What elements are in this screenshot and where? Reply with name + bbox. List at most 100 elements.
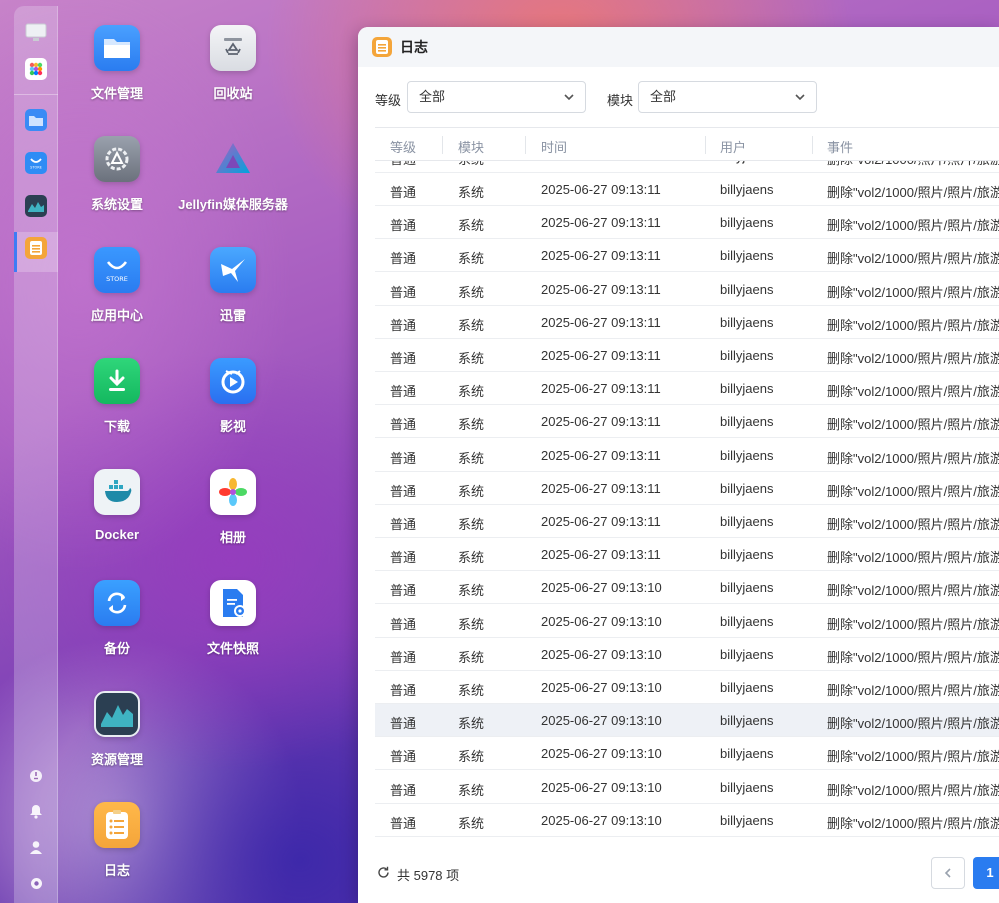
table-row[interactable]: 普通 系统 2025-06-27 09:13:11 billyjaens 删除"vol2… [375,372,999,406]
power-icon[interactable] [28,768,44,784]
table-row[interactable]: 普通 系统 2025-06-27 09:13:11 billyjaens 删除"vol2… [375,273,999,306]
table-row[interactable]: 普通 系统 2025-06-27 09:13:10 billyjaens 删除"vol2… [375,638,999,671]
cell-event: 删除"vol2/1000/照片/照片/旅游 [827,550,999,566]
cell-time: 2025-06-27 09:13:11 [541,182,661,197]
desktop-icon-label: 资源管理 [90,752,143,767]
cell-module: 系统 [458,517,485,532]
cell-event: 删除"vol2/1000/照片/照片/旅游 [827,782,999,798]
cell-module: 系统 [458,417,485,433]
level-select[interactable]: 全部 [407,81,586,113]
cell-time: 2025-06-27 09:13:10 [541,779,662,795]
store-icon[interactable]: STORE [25,152,47,174]
cell-level: 普通 [390,351,417,366]
column-header-event[interactable]: 事件 [827,137,853,156]
table-row[interactable]: 普通 系统 2025-06-27 09:13:11 billyjaens 删除"vol2… [375,239,999,273]
desktop-icon-video[interactable]: 影视 [175,358,291,435]
cell-user: billyjaens [720,248,774,264]
cell-level: 普通 [390,251,417,267]
cell-module: 系统 [458,550,485,566]
module-select[interactable]: 全部 [638,81,817,113]
cell-event: 删除"vol2/1000/照片/照片/旅游 [827,517,999,532]
cell-level: 普通 [390,815,417,831]
cell-user: billyjaens [720,314,774,330]
table-row[interactable]: 普通 系统 2025-06-27 09:13:10 billyjaens 删除"vol2… [375,737,999,771]
activity-icon [94,691,140,737]
desktop-icon-log[interactable]: 日志 [59,802,175,879]
table-row[interactable]: 普通 系统 2025-06-27 09:13:11 billyjaens 删除"vol2… [375,405,999,439]
dock: STORE [14,6,58,903]
user-icon[interactable] [28,839,44,855]
monitor-icon[interactable] [25,22,47,44]
table-row[interactable]: 普通 系统 2025-06-27 09:13:10 billyjaens 删除"vol2… [375,704,999,738]
desktop-icon-app-center[interactable]: STORE 应用中心 [59,247,175,324]
cell-time: 2025-06-27 09:13:11 [541,514,661,529]
previous-page-button[interactable] [931,857,965,889]
desktop-icon-recycle-bin[interactable]: 回收站 [175,25,291,102]
jellyfin-icon [210,136,256,182]
table-row[interactable]: 普通 系统 2025-06-27 09:13:11 billyjaens 删除"vol2… [375,339,999,372]
cell-module: 系统 [458,251,485,267]
cell-user: billyjaens [720,480,774,496]
table-row[interactable]: 普通 系统 2025-06-27 09:13:11 billyjaens 删除"vol2… [375,206,999,240]
cell-time: 2025-06-27 09:13:11 [541,248,661,264]
refresh-icon[interactable] [377,866,390,879]
bell-icon[interactable] [28,803,44,819]
table-row[interactable]: 普通 系统 2025-06-27 09:13:10 billyjaens 删除"vol2… [375,605,999,638]
cell-time: 2025-06-27 09:13:10 [541,580,662,596]
cell-time: 2025-06-27 09:13:11 [541,447,661,463]
window-title: 日志 [400,39,428,55]
desktop-icon-jellyfin[interactable]: Jellyfin媒体服务器 [175,136,291,213]
table-row[interactable]: 普通 系统 2025-06-27 09:13:11 billyjaens 删除"vol2… [375,439,999,472]
table-row[interactable]: 普通 系统 2025-06-27 09:13:10 billyjaens 删除"vol2… [375,771,999,804]
column-header-user[interactable]: 用户 [720,137,746,156]
cell-module: 系统 [458,284,485,300]
desktop-icon-file-manager[interactable]: 文件管理 [59,25,175,102]
desktop-icon-thunder[interactable]: 迅雷 [175,247,291,324]
folder-icon[interactable] [25,109,47,131]
table-row[interactable]: 普通 系统 2025-06-27 09:13:10 billyjaens 删除"vol2… [375,804,999,837]
table-row[interactable]: 普通 系统 2025-06-27 09:13:11 billyjaens 删除"vol2… [375,306,999,339]
activity-icon[interactable] [25,195,47,217]
cell-level: 普通 [390,483,417,499]
cell-module: 系统 [458,583,485,599]
table-row[interactable]: 普通 系统 2025-06-27 09:13:10 billyjaens 删除"vol2… [375,571,999,605]
cell-level: 普通 [390,649,417,665]
cell-event: 删除"vol2/1000/照片/照片/旅游 [827,185,999,200]
cell-level: 普通 [390,384,417,400]
desktop-icon-label: 相册 [219,530,246,545]
module-select-value: 全部 [650,89,677,104]
window-titlebar[interactable]: 日志 [358,27,999,67]
video-icon [210,358,256,404]
desktop-icon-system-settings[interactable]: 系统设置 [59,136,175,213]
cell-module: 系统 [458,450,485,466]
desktop-icon-backup[interactable]: 备份 [59,580,175,657]
table-row[interactable]: 普通 系统 2025-06-27 09:13:11 billyjaens 删除"vol2… [375,538,999,572]
column-header-level[interactable]: 等级 [390,137,416,156]
cell-event: 删除"vol2/1000/照片/照片/旅游 [827,384,999,400]
desktop-icon-label: Docker [94,527,140,542]
column-header-module[interactable]: 模块 [458,137,484,156]
desktop-icon-resource-monitor[interactable]: 资源管理 [59,691,175,768]
desktop-icon-file-snapshot[interactable]: 文件快照 [175,580,291,657]
table-body[interactable]: 普通 系统 2025-06-27 09:13:11 billyjaens 删除"vol2… [375,161,999,841]
table-row[interactable]: 普通 系统 2025-06-27 09:13:11 billyjaens 删除"vol2… [375,472,999,505]
table-row-partial[interactable]: 普通 系统 2025-06-27 09:13:11 billyjaens 删除"vol2… [375,161,999,173]
photos-icon [210,469,256,515]
log-icon[interactable] [25,237,47,259]
page-button-current[interactable]: 1 [973,857,999,889]
grid-icon[interactable] [25,58,47,80]
table-row[interactable]: 普通 系统 2025-06-27 09:13:11 billyjaens 删除"vol2… [375,173,999,206]
desktop-icon-download[interactable]: 下载 [59,358,175,435]
backup-icon [94,580,140,626]
desktop-icon-docker[interactable]: Docker [59,469,175,542]
desktop-icon-photos[interactable]: 相册 [175,469,291,546]
desktop-icon-label: 日志 [103,863,130,878]
table-row[interactable]: 普通 系统 2025-06-27 09:13:10 billyjaens 删除"vol2… [375,671,999,704]
level-select-value: 全部 [419,89,446,104]
snapshot-icon [210,580,256,626]
desktop-icon-label: 系统设置 [90,197,143,212]
settings-icon[interactable] [28,875,44,891]
column-header-time[interactable]: 时间 [541,137,567,156]
cell-module: 系统 [458,683,485,698]
table-row[interactable]: 普通 系统 2025-06-27 09:13:11 billyjaens 删除"vol2… [375,505,999,538]
